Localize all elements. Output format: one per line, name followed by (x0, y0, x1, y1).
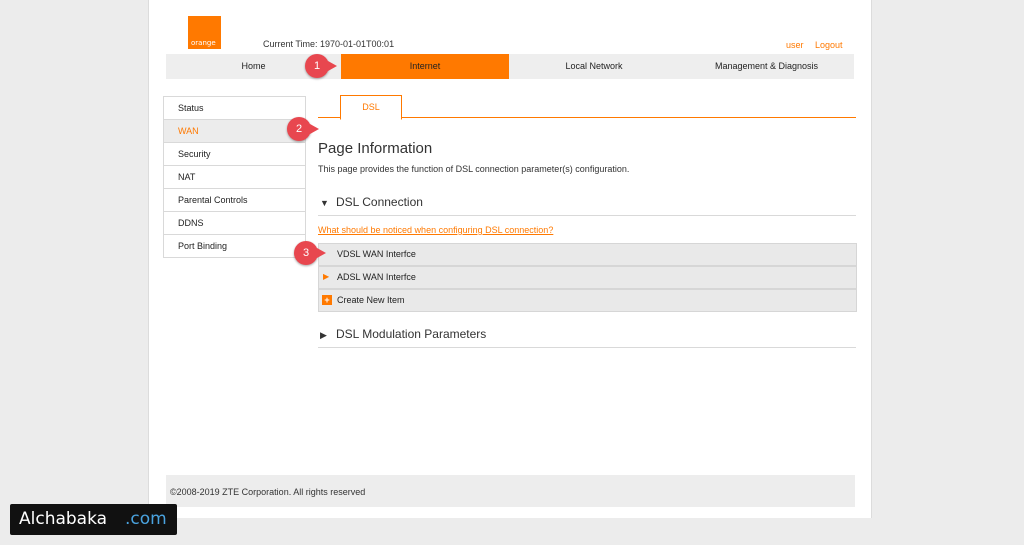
sidebar-menu: Status WAN Security NAT Parental Control… (163, 96, 306, 258)
tab-local-network[interactable]: Local Network (509, 54, 679, 79)
create-new-item-label: Create New Item (337, 295, 405, 305)
dsl-connection-title: DSL Connection (336, 195, 423, 209)
sidebar-item-parental-controls[interactable]: Parental Controls (164, 189, 305, 212)
watermark-text-domain: .com (125, 509, 167, 529)
logout-link[interactable]: Logout (815, 40, 843, 50)
callout-badge-2: 2 (287, 117, 319, 141)
sidebar-item-nat[interactable]: NAT (164, 166, 305, 189)
logo-text: orange (191, 39, 216, 47)
current-time: Current Time: 1970-01-01T00:01 (263, 39, 395, 49)
create-new-item-button[interactable]: + Create New Item (318, 289, 857, 312)
user-link[interactable]: user (786, 40, 804, 50)
vdsl-wan-interface-row[interactable]: VDSL WAN Interfce (318, 243, 857, 266)
top-navigation: Home Internet Local Network Management &… (166, 54, 854, 79)
sidebar-item-ddns[interactable]: DDNS (164, 212, 305, 235)
tab-management-diagnosis[interactable]: Management & Diagnosis (679, 54, 854, 79)
page-description: This page provides the function of DSL c… (318, 164, 630, 174)
dsl-connection-section-header[interactable]: ▼ DSL Connection (318, 195, 856, 216)
sidebar-item-port-binding[interactable]: Port Binding (164, 235, 305, 258)
dsl-help-link[interactable]: What should be noticed when configuring … (318, 225, 553, 235)
tab-internet[interactable]: Internet (341, 54, 509, 79)
triangle-right-icon: ▶ (320, 330, 327, 340)
page-title: Page Information (318, 140, 433, 157)
plus-icon: + (322, 295, 332, 305)
dsl-modulation-title: DSL Modulation Parameters (336, 327, 487, 341)
callout-badge-1: 1 (305, 54, 337, 78)
tab-dsl[interactable]: DSL (340, 95, 402, 120)
triangle-down-icon: ▼ (320, 198, 329, 208)
dsl-modulation-section-header[interactable]: ▶ DSL Modulation Parameters (318, 327, 856, 348)
triangle-right-icon: ▶ (323, 272, 330, 281)
watermark-text-main: Alchabaka (19, 509, 108, 529)
footer: ©2008-2019 ZTE Corporation. All rights r… (166, 475, 855, 507)
sidebar-item-wan[interactable]: WAN (164, 120, 305, 143)
adsl-wan-interface-label: ADSL WAN Interfce (337, 272, 416, 282)
orange-logo[interactable]: orange (188, 16, 221, 49)
vdsl-wan-interface-label: VDSL WAN Interfce (337, 249, 416, 259)
sidebar-item-security[interactable]: Security (164, 143, 305, 166)
watermark-logo: Alchabaka .com (10, 504, 177, 535)
adsl-wan-interface-row[interactable]: ▶ ADSL WAN Interfce (318, 266, 857, 289)
sidebar-item-status[interactable]: Status (164, 97, 305, 120)
callout-badge-3: 3 (294, 241, 326, 265)
copyright-text: ©2008-2019 ZTE Corporation. All rights r… (170, 487, 366, 497)
